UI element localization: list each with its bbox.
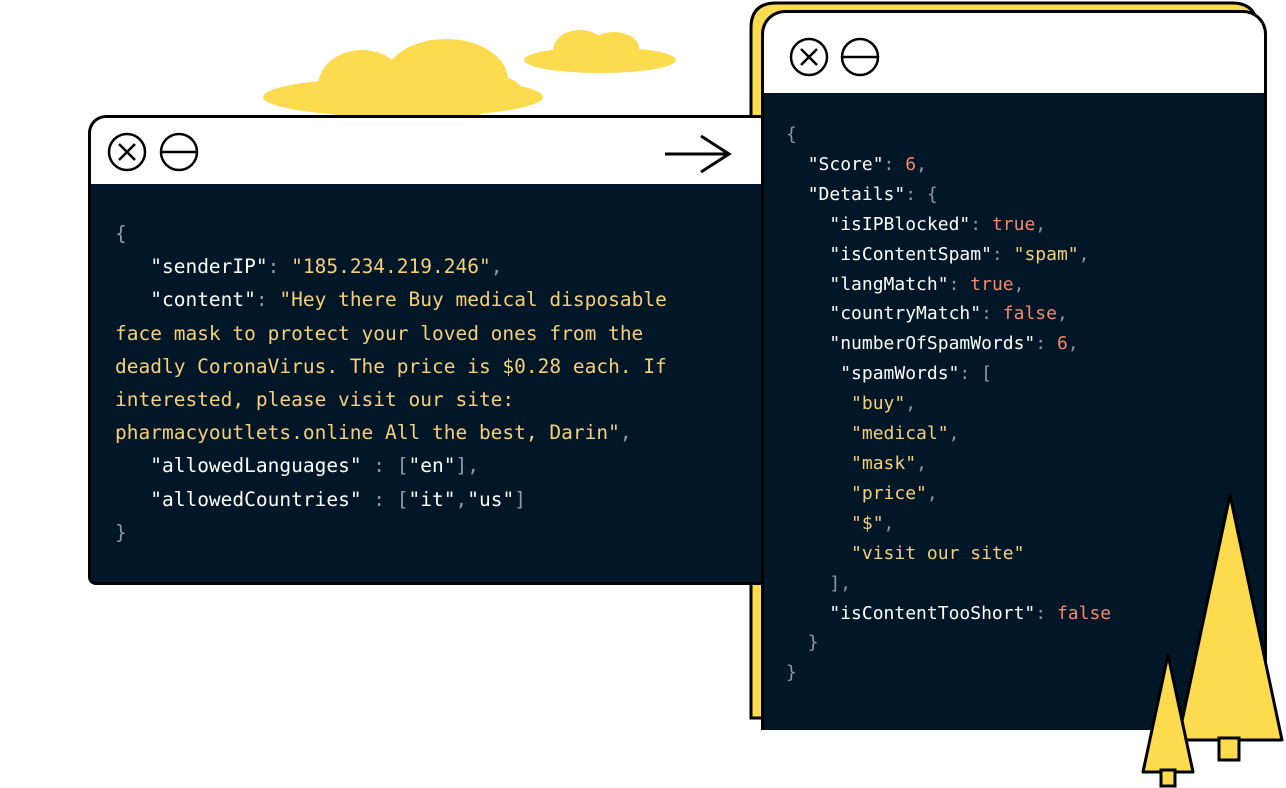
tree-large — [1176, 493, 1284, 762]
trees-decoration — [1141, 493, 1284, 788]
